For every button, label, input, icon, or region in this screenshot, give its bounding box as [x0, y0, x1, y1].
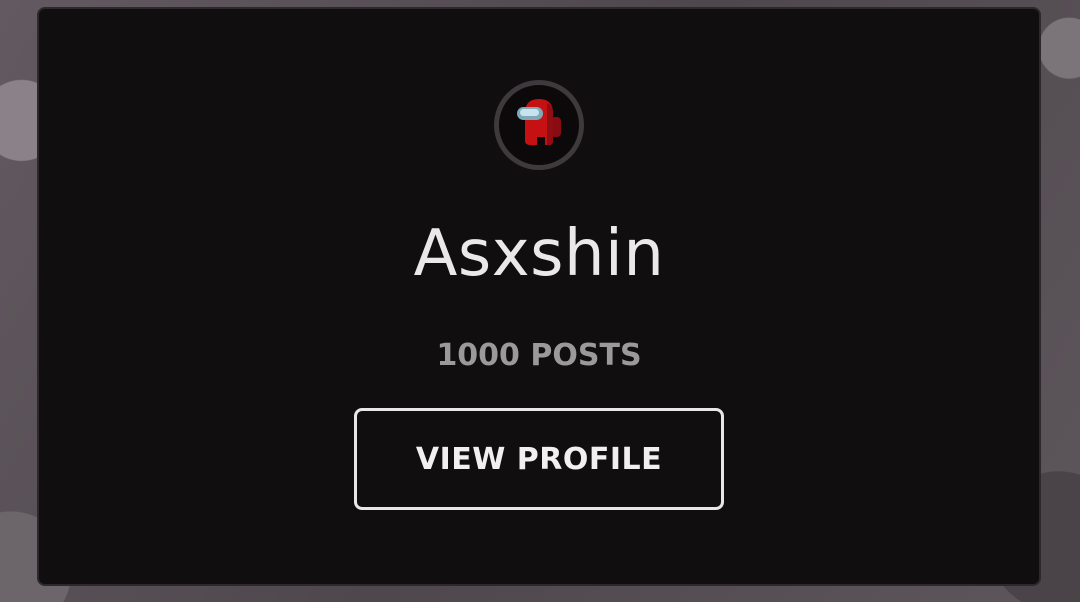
- view-profile-button[interactable]: VIEW PROFILE: [354, 408, 724, 510]
- avatar[interactable]: [494, 80, 584, 170]
- posts-count: 1000 POSTS: [436, 338, 642, 373]
- crewmate-avatar-icon: [517, 99, 561, 145]
- profile-card: Asxshin 1000 POSTS VIEW PROFILE: [37, 7, 1041, 586]
- username: Asxshin: [413, 217, 665, 291]
